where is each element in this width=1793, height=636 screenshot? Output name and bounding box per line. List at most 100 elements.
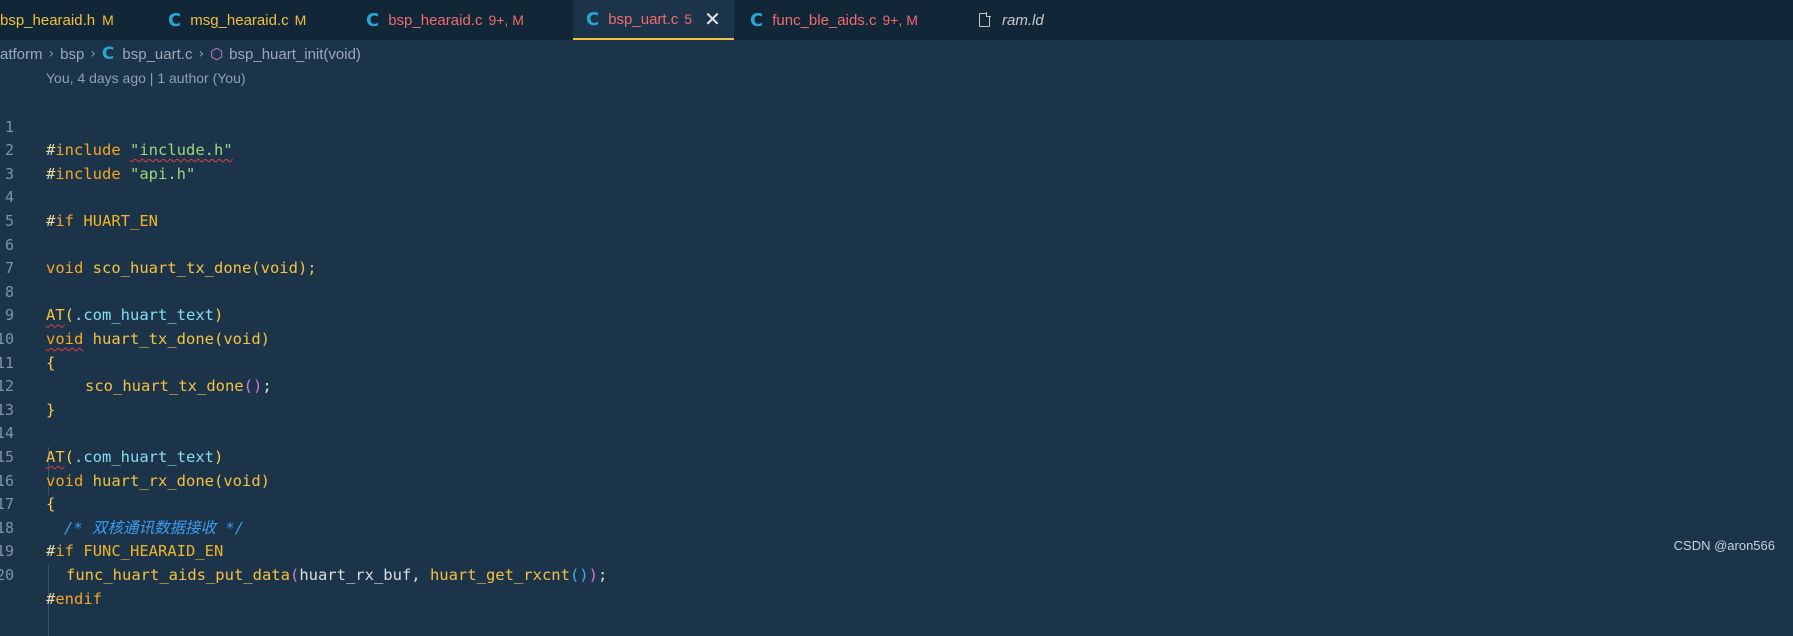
code-line: 11 sco_huart_tx_done(); <box>0 328 272 396</box>
tab-bsp-hearaid-h[interactable]: bsp_hearaid.h M <box>0 0 114 40</box>
tab-label: bsp_hearaid.c <box>388 11 483 29</box>
tab-badge: M <box>294 12 307 28</box>
code-line: 12 } <box>0 352 55 419</box>
token: # <box>46 211 56 230</box>
token: # <box>46 542 56 561</box>
token: void <box>46 329 84 348</box>
chevron-right-icon: › <box>90 46 96 62</box>
token: huart_tx_done <box>92 329 214 348</box>
token: sco_huart_tx_done <box>85 377 244 396</box>
c-file-icon: C <box>101 44 115 64</box>
token: (void) <box>214 329 270 348</box>
token: AT <box>46 447 65 466</box>
code-line: 15 void huart_rx_done(void) <box>0 422 270 490</box>
token: include <box>55 141 121 160</box>
code-line: 14 AT(.com_huart_text) <box>0 399 223 466</box>
tab-label: msg_hearaid.c <box>190 11 289 29</box>
tab-ram-ld[interactable]: ram.ld <box>979 0 1044 40</box>
tab-label: ram.ld <box>1002 11 1044 29</box>
token: void <box>46 471 84 490</box>
token: huart_rx_done <box>92 471 214 490</box>
code-line: 8 AT(.com_huart_text) <box>0 257 223 325</box>
tab-bsp-uart-c[interactable]: C bsp_uart.c 5 ✕ <box>573 0 734 40</box>
token: ( <box>64 306 75 325</box>
token: huart_get_rxcnt <box>429 565 570 584</box>
token: ( <box>64 447 75 466</box>
code-line: 1 #include "include.h" <box>0 92 233 160</box>
code-line: 19 func_huart_aids_put_data(huart_rx_buf… <box>0 517 607 584</box>
token: { <box>46 495 56 514</box>
token: () <box>243 377 263 396</box>
code-line: 20 #endif <box>0 540 102 608</box>
symbol-method-icon: ⬡ <box>210 45 224 63</box>
token: "api.h" <box>130 164 196 183</box>
code-line: 18 #if FUNC_HEARAID_EN <box>0 493 223 561</box>
tab-msg-hearaid-c[interactable]: C msg_hearaid.c M <box>168 0 306 40</box>
tab-badge: 9+, M <box>488 12 524 28</box>
tab-badge: 9+, M <box>882 12 918 28</box>
code-line: 9 void huart_tx_done(void) <box>0 281 270 348</box>
token: .com_huart_text <box>74 306 214 325</box>
breadcrumb: atform › bsp › C bsp_uart.c › ⬡ bsp_huar… <box>0 42 361 66</box>
token: # <box>46 164 56 183</box>
token: HUART_EN <box>83 211 159 230</box>
c-file-icon: C <box>586 8 600 30</box>
code-line: 5 <box>0 186 37 230</box>
token: huart_rx_buf, <box>299 565 430 584</box>
c-file-icon: C <box>366 9 380 31</box>
token: .com_huart_text <box>74 447 214 466</box>
code-line: 17 /* 双核通讯数据接收 */ <box>0 470 244 537</box>
token: ) <box>214 306 224 325</box>
tab-label: bsp_uart.c <box>608 10 679 28</box>
tab-badge: M <box>102 12 114 28</box>
token: if <box>55 542 75 561</box>
codelens-blame[interactable]: You, 4 days ago | 1 author (You) <box>46 70 246 86</box>
line-number: 20 <box>0 565 14 584</box>
code-line: 6 void sco_huart_tx_done(void); <box>0 210 317 278</box>
tab-bar: bsp_hearaid.h M C msg_hearaid.c M C bsp_… <box>0 0 1793 40</box>
code-line: 4 #if HUART_EN <box>0 163 158 230</box>
code-line: 16 { <box>0 446 55 514</box>
token: ( <box>289 565 300 584</box>
code-line: 13 <box>0 375 37 419</box>
close-icon[interactable]: ✕ <box>704 7 721 31</box>
breadcrumb-item[interactable]: bsp <box>60 46 84 63</box>
token: } <box>46 400 56 419</box>
code-line: 3 <box>0 139 37 183</box>
token: if <box>55 211 75 230</box>
token: { <box>46 353 56 372</box>
chevron-right-icon: › <box>198 46 205 62</box>
token: AT <box>46 306 65 325</box>
token: "include.h" <box>130 141 233 160</box>
c-file-icon: C <box>750 9 764 31</box>
token: void <box>46 259 84 278</box>
token: ) <box>214 447 224 466</box>
code-line: 10 { <box>0 304 55 372</box>
tab-func-ble-aids-c[interactable]: C func_ble_aids.c 9+, M <box>750 0 918 40</box>
token: () <box>569 565 589 584</box>
token: (void) <box>214 471 270 490</box>
code-line: 2 #include "api.h" <box>0 116 195 183</box>
tab-bsp-hearaid-c[interactable]: C bsp_hearaid.c 9+, M <box>366 0 524 40</box>
token: # <box>46 141 56 160</box>
comment: /* 双核通讯数据接收 */ <box>64 518 244 537</box>
chevron-right-icon: › <box>48 46 55 62</box>
tab-label: func_ble_aids.c <box>772 11 877 29</box>
file-icon <box>979 12 991 27</box>
token: func_huart_aids_put_data <box>66 565 290 584</box>
token: # <box>46 589 56 608</box>
c-file-icon: C <box>168 9 182 31</box>
token: ; <box>262 377 272 396</box>
code-line: 7 <box>0 234 37 277</box>
token: ) <box>588 565 598 584</box>
token: include <box>55 164 121 183</box>
breadcrumb-item[interactable]: atform <box>0 46 43 63</box>
token: endif <box>55 589 103 608</box>
watermark: CSDN @aron566 <box>1673 538 1775 553</box>
tab-label: bsp_hearaid.h <box>0 11 96 29</box>
breadcrumb-item[interactable]: bsp_uart.c <box>122 46 192 63</box>
token: ; <box>597 565 608 584</box>
tab-badge: 5 <box>684 11 693 27</box>
token: sco_huart_tx_done(void); <box>92 259 317 278</box>
breadcrumb-item[interactable]: bsp_huart_init(void) <box>229 46 361 63</box>
